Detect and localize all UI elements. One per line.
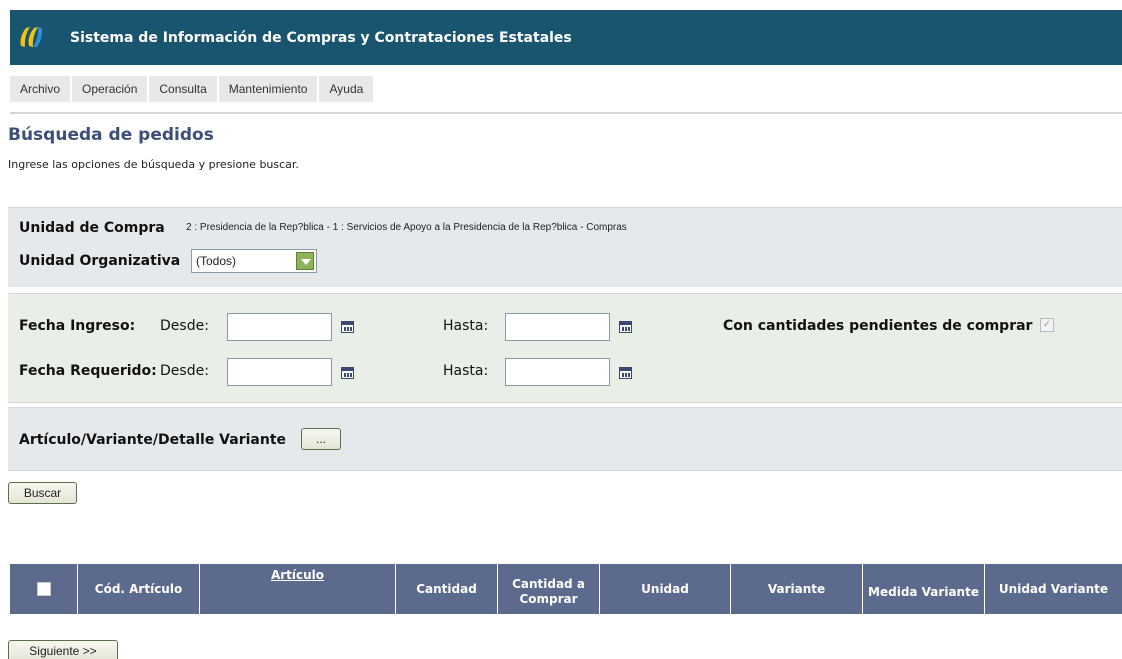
fecha-ingreso-desde-label: Desde:	[160, 318, 209, 334]
fecha-requerido-hasta-label: Hasta:	[443, 363, 489, 379]
menu-operacion[interactable]: Operación	[72, 76, 148, 102]
fecha-ingreso-hasta-label: Hasta:	[443, 318, 489, 334]
page-title: Búsqueda de pedidos	[8, 125, 214, 145]
buscar-button[interactable]: Buscar	[8, 482, 77, 504]
menu-consulta[interactable]: Consulta	[149, 76, 217, 102]
calendar-icon[interactable]	[619, 367, 632, 379]
pendientes-checkbox[interactable]: ✓	[1040, 318, 1054, 332]
unidad-organizativa-label: Unidad Organizativa	[19, 253, 181, 269]
menu-divider	[10, 112, 1122, 114]
select-all-checkbox[interactable]	[36, 582, 51, 596]
fecha-ingreso-label: Fecha Ingreso:	[19, 318, 136, 334]
fecha-requerido-label: Fecha Requerido:	[19, 363, 157, 379]
dates-panel: Fecha Ingreso: Desde: Hasta: Con cantida…	[8, 293, 1122, 403]
app-title: Sistema de Información de Compras y Cont…	[70, 30, 572, 46]
menu-archivo[interactable]: Archivo	[10, 76, 71, 102]
col-cantidad-a-comprar: Cantidad a Comprar	[498, 564, 600, 614]
page-subtitle: Ingrese las opciones de búsqueda y presi…	[8, 158, 299, 171]
unit-panel: Unidad de Compra 2 : Presidencia de la R…	[8, 207, 1122, 287]
calendar-icon[interactable]	[341, 367, 354, 379]
unidad-compra-label: Unidad de Compra	[19, 220, 165, 236]
app-logo-icon	[20, 27, 43, 47]
menu-mantenimiento[interactable]: Mantenimiento	[218, 76, 318, 102]
fecha-ingreso-hasta-input[interactable]	[505, 313, 610, 341]
fecha-requerido-hasta-input[interactable]	[505, 358, 610, 386]
fecha-requerido-desde-input[interactable]	[227, 358, 332, 386]
results-table-header: Cód. Artículo Artículo Cantidad Cantidad…	[10, 564, 1122, 614]
app-header: Sistema de Información de Compras y Cont…	[10, 10, 1122, 65]
col-variante: Variante	[731, 564, 863, 614]
col-cod-articulo: Cód. Artículo	[78, 564, 200, 614]
menu-bar: Archivo Operación Consulta Mantenimiento…	[10, 76, 375, 102]
col-select-all	[10, 564, 78, 614]
article-panel: Artículo/Variante/Detalle Variante ...	[8, 407, 1122, 471]
fecha-ingreso-desde-input[interactable]	[227, 313, 332, 341]
chevron-down-icon[interactable]	[296, 252, 314, 270]
menu-ayuda[interactable]: Ayuda	[319, 76, 374, 102]
articulo-select-button[interactable]: ...	[301, 428, 341, 450]
calendar-icon[interactable]	[341, 321, 354, 333]
siguiente-button[interactable]: Siguiente >>	[8, 640, 118, 659]
unidad-organizativa-selected: (Todos)	[196, 254, 237, 268]
col-unidad: Unidad	[600, 564, 731, 614]
pendientes-label: Con cantidades pendientes de comprar	[723, 318, 1033, 334]
col-medida-variante: Medida Variante	[863, 564, 985, 614]
unidad-organizativa-select[interactable]: (Todos)	[191, 249, 317, 273]
col-articulo: Artículo	[200, 564, 396, 614]
unidad-compra-value: 2 : Presidencia de la Rep?blica - 1 : Se…	[186, 222, 627, 233]
col-unidad-variante: Unidad Variante	[998, 581, 1109, 596]
sort-articulo-link[interactable]: Artículo	[271, 568, 324, 583]
col-cantidad: Cantidad	[396, 564, 498, 614]
articulo-label: Artículo/Variante/Detalle Variante	[19, 432, 287, 448]
fecha-requerido-desde-label: Desde:	[160, 363, 209, 379]
calendar-icon[interactable]	[619, 321, 632, 333]
